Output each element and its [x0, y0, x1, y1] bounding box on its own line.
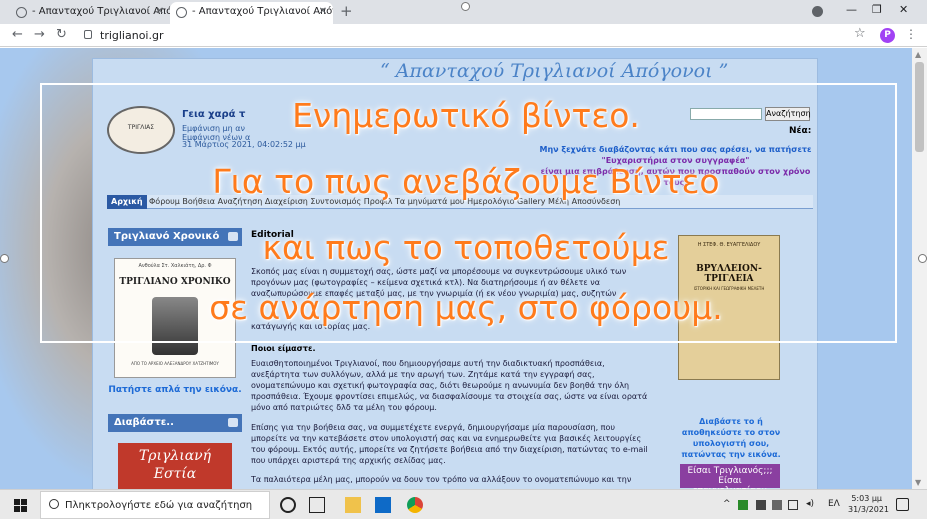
text-line: του φόρουμ. Εκτός αυτής, μπορείτε να ζητ… — [251, 445, 648, 454]
volume-icon[interactable]: ◂) — [806, 499, 814, 509]
url-text: triglianoi.gr — [100, 29, 164, 42]
who-we-are-heading: Ποιοι είμαστε. — [251, 344, 316, 353]
estia-text: Τριγλιανή — [138, 448, 212, 464]
chrome-icon[interactable] — [407, 497, 423, 513]
clock-date: 31/3/2021 — [848, 505, 890, 514]
download-icon[interactable] — [812, 6, 823, 17]
resize-handle[interactable] — [0, 254, 9, 263]
globe-icon — [176, 7, 187, 18]
tray-app-icon[interactable] — [756, 500, 766, 510]
overlay-line: σε ανάρτηση μας, στο φόρουμ. — [209, 288, 723, 327]
scroll-down-icon[interactable]: ▼ — [915, 478, 921, 487]
outlook-icon[interactable] — [375, 497, 391, 513]
lock-icon — [84, 30, 92, 39]
overlay-line: Για το πως ανεβάζουμε Βίντεο — [212, 162, 720, 201]
tray-app-icon[interactable] — [738, 500, 748, 510]
text-line: ονοματεπώνυμο και σχετική φωτογραφία σας… — [251, 381, 630, 390]
block-title: Διαβάστε.. — [114, 417, 174, 428]
taskbar-search-box[interactable]: Πληκτρολογήστε εδώ για αναζήτηση — [40, 491, 270, 519]
search-icon — [49, 499, 59, 509]
restore-button[interactable]: ❐ — [872, 3, 882, 16]
profile-avatar[interactable]: P — [880, 28, 895, 43]
resize-handle[interactable] — [918, 254, 927, 263]
close-icon[interactable]: ✕ — [319, 2, 327, 22]
globe-icon — [16, 7, 27, 18]
windows-taskbar: Πληκτρολογήστε εδώ για αναζήτηση ^ ◂) ΕΛ… — [0, 489, 927, 519]
cortana-icon[interactable] — [280, 497, 296, 513]
clock-time: 5:03 μμ — [851, 494, 882, 503]
browser-tab-active[interactable]: - Απανταχού Τριγλιανοί Απόγονο ✕ — [170, 2, 333, 24]
page-scrollbar[interactable]: ▲ ▼ — [912, 48, 927, 489]
reload-icon[interactable]: ↻ — [56, 27, 67, 42]
who-we-are-paragraph: Ευαισθητοποιημένοι Τριγλιανοί, που δημιο… — [251, 358, 667, 413]
estia-banner[interactable]: Τριγλιανή Εστία — [118, 443, 232, 489]
back-arrow-icon[interactable]: ← — [12, 27, 23, 42]
task-view-icon[interactable] — [309, 497, 325, 513]
tab-title: - Απανταχού Τριγλιανοί Απόγονο — [192, 6, 333, 17]
overlay-line: Ενημερωτικό βίντεο. — [292, 96, 640, 135]
text-line: μόνο από πατριώτες δλδ τα μέλη του φόρου… — [251, 403, 437, 412]
battery-icon[interactable] — [788, 500, 798, 510]
text-line: προσπάθεια. Έχουμε φροντίσει επιμελώς, ν… — [251, 392, 648, 401]
window-close-button[interactable]: ✕ — [899, 3, 908, 16]
language-indicator[interactable]: ΕΛ — [828, 499, 840, 509]
members-paragraph: Τα παλαιότερα μέλη μας, μπορούν να δουν … — [251, 475, 632, 484]
forward-arrow-icon[interactable]: → — [34, 27, 45, 42]
minimize-button[interactable]: — — [846, 3, 857, 16]
new-tab-button[interactable]: + — [340, 2, 353, 20]
menu-kebab-icon[interactable]: ⋮ — [905, 27, 917, 41]
scroll-up-icon[interactable]: ▲ — [915, 50, 921, 59]
vryllion-caption: Διαβάστε το ή αποθηκεύστε το στον υπολογ… — [681, 417, 781, 459]
browser-toolbar: ← → ↻ triglianoi.gr ☆ P ⋮ — [0, 24, 927, 47]
read-block-header: Διαβάστε.. — [108, 414, 242, 432]
windows-start-icon[interactable] — [14, 499, 27, 512]
overlay-line: και πως το τοποθετούμε — [262, 228, 670, 267]
tray-chevron-icon[interactable]: ^ — [723, 499, 731, 509]
chronicle-caption: Πατήστε απλά την εικόνα. — [108, 385, 242, 395]
scroll-thumb[interactable] — [915, 62, 924, 152]
text-line: ανεξάρτητα των συλλόγων, αλλά με την αρω… — [251, 370, 595, 379]
book-footer: ΑΠΟ ΤΟ ΑΡΧΕΙΟ ΑΛΕΞΑΝΔΡΟΥ ΧΑΤΖΗΤΙΜΟΥ — [131, 361, 219, 366]
text-line: Ευαισθητοποιημένοι Τριγλιανοί, που δημιο… — [251, 359, 605, 368]
text-line: μπορείτε να την κατεβάσετε στον υπολογισ… — [251, 434, 642, 443]
resize-handle[interactable] — [461, 2, 470, 11]
collapse-icon[interactable] — [228, 418, 238, 427]
text-line: που υπάρχει αριστερά της αρχικής σελίδας… — [251, 456, 446, 465]
site-title: “ Απανταχού Τριγλιανοί Απόγονοι ” — [380, 60, 729, 82]
estia-text: Εστία — [153, 466, 197, 482]
browser-tab[interactable]: - Απανταχού Τριγλιανοί Απόγο ✕ — [10, 2, 170, 24]
presentation-paragraph: Επίσης για την βοήθεια σας, να συμμετέχε… — [251, 422, 667, 466]
text-line: Επίσης για την βοήθεια σας, να συμμετέχε… — [251, 423, 615, 432]
taskbar-clock[interactable]: 5:03 μμ 31/3/2021 — [848, 493, 890, 515]
tab-title: - Απανταχού Τριγλιανοί Απόγο — [32, 6, 170, 17]
taskbar-search-placeholder: Πληκτρολογήστε εδώ για αναζήτηση — [65, 500, 253, 511]
address-bar[interactable]: triglianoi.gr — [76, 26, 870, 44]
notifications-icon[interactable] — [896, 498, 909, 511]
screen: - Απανταχού Τριγλιανοί Απόγο ✕ - Απανταχ… — [0, 0, 927, 519]
close-icon[interactable]: ✕ — [156, 2, 164, 22]
professional-banner[interactable]: Είσαι Τριγλιανός;;; Είσαι επαγγελματίας;… — [680, 464, 780, 489]
bookmark-star-icon[interactable]: ☆ — [854, 26, 866, 41]
file-explorer-icon[interactable] — [345, 497, 361, 513]
network-icon[interactable] — [772, 500, 782, 510]
